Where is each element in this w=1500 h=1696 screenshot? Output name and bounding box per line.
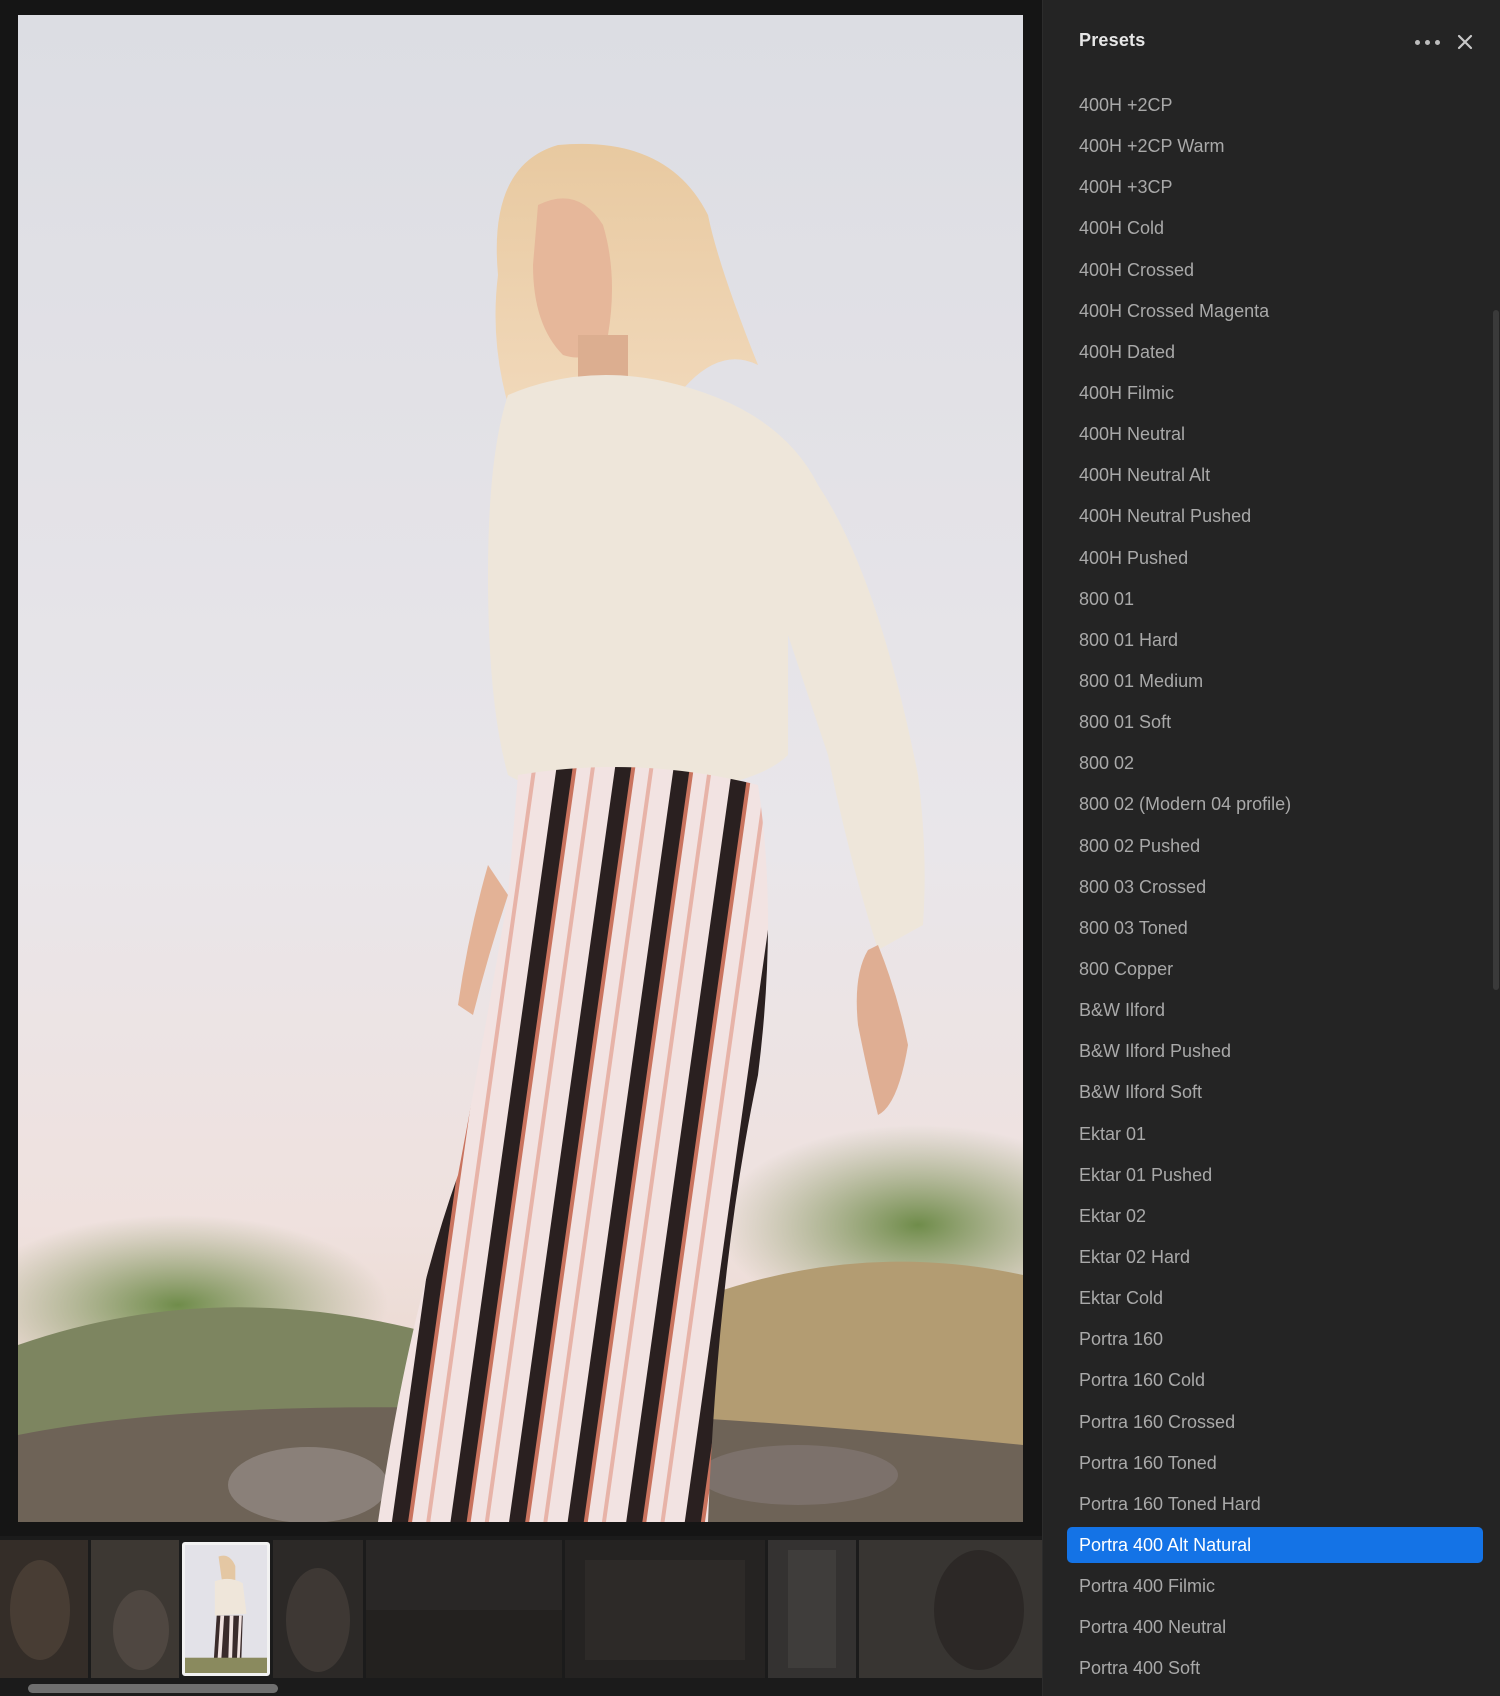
panel-title: Presets (1079, 30, 1146, 50)
preset-item[interactable]: Portra 400 Soft (1067, 1648, 1483, 1689)
preset-item[interactable]: Portra 160 Toned Hard (1067, 1484, 1483, 1525)
preset-item[interactable]: Ektar 02 Hard (1067, 1237, 1483, 1278)
photo-editor: Presets 400H +2CP 400H +2CP Warm 400H +3CP… (0, 0, 1500, 1696)
filmstrip-thumb[interactable] (565, 1540, 765, 1678)
more-horizontal-icon (1415, 40, 1420, 45)
preset-item[interactable]: 400H +3CP (1067, 167, 1483, 208)
filmstrip-thumb[interactable] (768, 1540, 856, 1678)
preset-item[interactable]: 400H Neutral (1067, 414, 1483, 455)
close-button[interactable] (1453, 30, 1477, 54)
preset-item[interactable]: 800 01 (1067, 579, 1483, 620)
preset-item[interactable]: Ektar 01 (1067, 1114, 1483, 1155)
preset-item[interactable]: Portra 400 Filmic (1067, 1566, 1483, 1607)
preset-item[interactable]: 800 02 (1067, 743, 1483, 784)
preset-item[interactable]: 400H Neutral Pushed (1067, 496, 1483, 537)
preset-item[interactable]: Portra 160 (1067, 1319, 1483, 1360)
preset-item[interactable]: Portra 400 Neutral (1067, 1607, 1483, 1648)
preset-item[interactable]: 800 01 Soft (1067, 702, 1483, 743)
preset-item[interactable]: 800 03 Toned (1067, 908, 1483, 949)
more-horizontal-icon (1425, 40, 1430, 45)
preset-item[interactable]: 400H Neutral Alt (1067, 455, 1483, 496)
preset-item[interactable]: 400H Pushed (1067, 538, 1483, 579)
preset-item[interactable]: 400H Dated (1067, 332, 1483, 373)
preset-list: 400H +2CP 400H +2CP Warm 400H +3CP 400H Col… (1067, 85, 1483, 1689)
preset-item[interactable]: Ektar Cold (1067, 1278, 1483, 1319)
preset-item[interactable]: 400H Crossed (1067, 250, 1483, 291)
preset-item[interactable]: 800 02 (Modern 04 profile) (1067, 784, 1483, 825)
preset-item[interactable]: Ektar 02 (1067, 1196, 1483, 1237)
preset-item[interactable]: 800 01 Hard (1067, 620, 1483, 661)
preset-item[interactable]: B&W Ilford (1067, 990, 1483, 1031)
preset-item[interactable]: B&W Ilford Soft (1067, 1072, 1483, 1113)
filmstrip-thumb[interactable] (859, 1540, 1042, 1678)
preset-item[interactable]: 400H +2CP Warm (1067, 126, 1483, 167)
preset-item[interactable]: Ektar 01 Pushed (1067, 1155, 1483, 1196)
preset-item-selected[interactable]: Portra 400 Alt Natural (1067, 1527, 1483, 1564)
preset-item[interactable]: 400H Filmic (1067, 373, 1483, 414)
filmstrip-thumb-selected[interactable] (182, 1542, 270, 1676)
more-horizontal-icon (1435, 40, 1440, 45)
preset-item[interactable]: 400H Crossed Magenta (1067, 291, 1483, 332)
filmstrip-thumb[interactable] (0, 1540, 88, 1678)
close-icon (1457, 34, 1473, 50)
filmstrip-scrollbar-thumb[interactable] (28, 1684, 278, 1693)
preset-item[interactable]: Portra 160 Cold (1067, 1360, 1483, 1401)
preset-item[interactable]: Portra 160 Toned (1067, 1443, 1483, 1484)
presets-panel: Presets 400H +2CP 400H +2CP Warm 400H +3CP… (1042, 0, 1500, 1696)
filmstrip-thumb[interactable] (273, 1540, 363, 1678)
filmstrip[interactable] (0, 1536, 1042, 1696)
preset-item[interactable]: Portra 160 Crossed (1067, 1402, 1483, 1443)
preset-item[interactable]: 800 01 Medium (1067, 661, 1483, 702)
preset-item[interactable]: 800 03 Crossed (1067, 867, 1483, 908)
more-options-button[interactable] (1413, 30, 1443, 54)
preset-item[interactable]: 800 Copper (1067, 949, 1483, 990)
filmstrip-thumb[interactable] (91, 1540, 179, 1678)
main-photo[interactable] (18, 15, 1023, 1522)
image-canvas[interactable] (0, 0, 1042, 1536)
preset-item[interactable]: 400H Cold (1067, 208, 1483, 249)
filmstrip-thumb[interactable] (366, 1540, 562, 1678)
filmstrip-scrollbar[interactable] (0, 1680, 1042, 1696)
presets-panel-header: Presets (1043, 0, 1500, 84)
preset-item[interactable]: 400H +2CP (1067, 85, 1483, 126)
preset-item[interactable]: 800 02 Pushed (1067, 826, 1483, 867)
preset-item[interactable]: B&W Ilford Pushed (1067, 1031, 1483, 1072)
presets-scrollbar[interactable] (1493, 310, 1499, 990)
